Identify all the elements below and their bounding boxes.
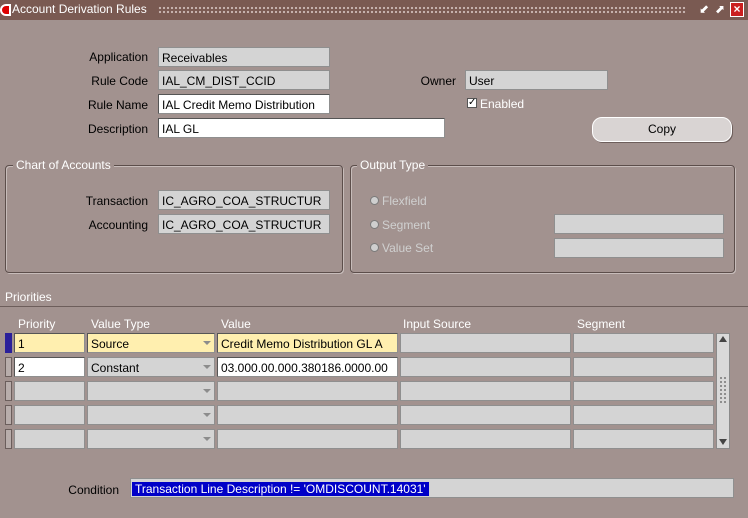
row-indicator[interactable] (5, 381, 12, 401)
title-bar-grip (158, 6, 686, 14)
window-title-bar: Account Derivation Rules ⬋ ⬈ × (0, 0, 748, 20)
value-set-field[interactable] (554, 238, 724, 258)
priority-cell[interactable] (14, 381, 85, 401)
enabled-label[interactable]: Enabled (480, 97, 524, 111)
maximize-icon[interactable]: ⬈ (713, 2, 727, 17)
value-cell[interactable] (217, 429, 398, 449)
rule-name-field[interactable]: IAL Credit Memo Distribution (158, 94, 330, 114)
segment-radio[interactable] (370, 220, 379, 229)
segment-cell[interactable] (573, 357, 714, 377)
value-cell[interactable]: 03.000.00.000.380186.0000.00 (217, 357, 398, 377)
segment-cell[interactable] (573, 333, 714, 353)
segment-field[interactable] (554, 214, 724, 234)
input-source-cell[interactable] (400, 333, 571, 353)
transaction-field[interactable]: IC_AGRO_COA_STRUCTUR (158, 190, 330, 210)
condition-field[interactable]: Transaction Line Description != 'OMDISCO… (130, 478, 734, 498)
accounting-label: Accounting (88, 218, 148, 232)
value-type-column-header: Value Type (91, 317, 150, 331)
oracle-app-icon (0, 4, 11, 16)
condition-label: Condition (68, 483, 119, 497)
copy-button[interactable]: Copy (592, 117, 732, 142)
value-type-select[interactable] (87, 429, 215, 449)
condition-text: Transaction Line Description != 'OMDISCO… (132, 482, 429, 496)
value-type-select[interactable] (87, 381, 215, 401)
priorities-divider (0, 306, 748, 307)
segment-cell[interactable] (573, 405, 714, 425)
priority-cell[interactable] (14, 429, 85, 449)
value-cell[interactable]: Credit Memo Distribution GL A (217, 333, 398, 353)
chevron-down-icon[interactable] (200, 382, 214, 400)
application-label: Application (89, 50, 148, 64)
chevron-down-icon[interactable] (200, 406, 214, 424)
description-label: Description (87, 122, 148, 136)
rule-code-label: Rule Code (91, 74, 148, 88)
input-source-column-header: Input Source (403, 317, 472, 331)
priority-cell[interactable] (14, 405, 85, 425)
priorities-scrollbar[interactable] (716, 333, 730, 449)
enabled-checkbox[interactable]: ✓ (467, 98, 477, 108)
chart-of-accounts-title: Chart of Accounts (13, 158, 114, 172)
value-set-label: Value Set (382, 241, 434, 255)
value-type-select[interactable] (87, 405, 215, 425)
minimize-icon[interactable]: ⬋ (697, 2, 711, 17)
segment-cell[interactable] (573, 429, 714, 449)
row-indicator[interactable] (5, 357, 12, 377)
row-indicator[interactable] (5, 405, 12, 425)
description-field[interactable]: IAL GL (158, 118, 445, 138)
priority-cell[interactable]: 2 (14, 357, 85, 377)
flexfield-radio[interactable] (370, 196, 379, 205)
flexfield-label: Flexfield (382, 194, 427, 208)
row-indicator[interactable] (5, 429, 12, 449)
input-source-cell[interactable] (400, 381, 571, 401)
application-field[interactable]: Receivables (158, 47, 330, 67)
scroll-down-icon[interactable] (719, 439, 727, 445)
chevron-down-icon[interactable] (200, 358, 214, 376)
transaction-label: Transaction (85, 194, 148, 208)
value-cell[interactable] (217, 405, 398, 425)
window-title: Account Derivation Rules (12, 2, 147, 16)
segment-column-header: Segment (577, 317, 626, 331)
value-column-header: Value (221, 317, 251, 331)
chevron-down-icon[interactable] (200, 334, 214, 352)
owner-label: Owner (420, 74, 456, 88)
priority-column-header: Priority (18, 317, 56, 331)
value-set-radio[interactable] (370, 243, 379, 252)
segment-label: Segment (382, 218, 431, 232)
input-source-cell[interactable] (400, 405, 571, 425)
chevron-down-icon[interactable] (200, 430, 214, 448)
value-cell[interactable] (217, 381, 398, 401)
priority-cell[interactable]: 1 (14, 333, 85, 353)
rule-name-label: Rule Name (87, 98, 148, 112)
value-type-select[interactable]: Source (87, 333, 215, 353)
owner-field[interactable]: User (465, 70, 608, 90)
accounting-field[interactable]: IC_AGRO_COA_STRUCTUR (158, 214, 330, 234)
scroll-thumb-grip[interactable] (719, 376, 727, 404)
value-type-select[interactable]: Constant (87, 357, 215, 377)
priorities-title: Priorities (5, 290, 52, 304)
scroll-up-icon[interactable] (719, 336, 727, 342)
close-icon[interactable]: × (730, 2, 744, 17)
rule-code-field[interactable]: IAL_CM_DIST_CCID (158, 70, 330, 90)
segment-cell[interactable] (573, 381, 714, 401)
input-source-cell[interactable] (400, 357, 571, 377)
row-indicator[interactable] (5, 333, 12, 353)
input-source-cell[interactable] (400, 429, 571, 449)
output-type-title: Output Type (357, 158, 429, 172)
